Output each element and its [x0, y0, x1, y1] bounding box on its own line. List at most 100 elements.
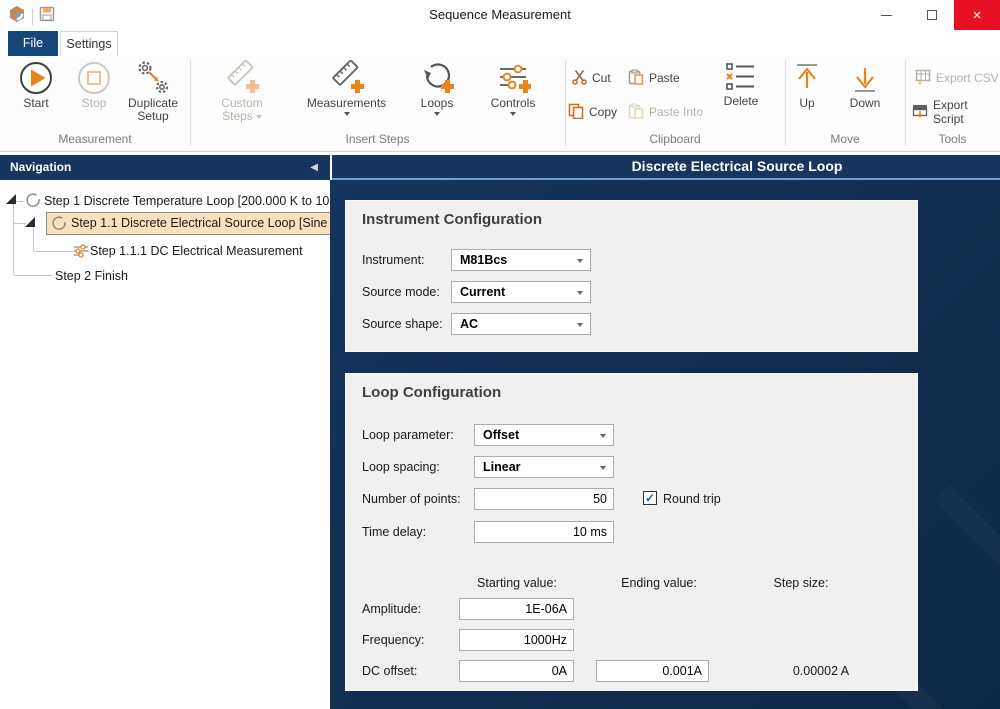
dc-offset-end-input[interactable] [596, 660, 709, 682]
source-mode-value: Current [460, 285, 505, 299]
play-icon [14, 60, 58, 96]
down-button[interactable]: Down [845, 60, 885, 110]
time-delay-label: Time delay: [362, 525, 426, 539]
loop-parameter-value: Offset [483, 428, 519, 442]
down-arrow-icon [845, 60, 885, 96]
duplicate-setup-icon [120, 60, 186, 96]
tree-item-step1[interactable]: Step 1 Discrete Temperature Loop [200.00… [44, 190, 330, 212]
stop-label: Stop [82, 96, 107, 110]
chevron-down-icon [577, 291, 583, 295]
round-trip-checkbox[interactable]: ✓ [643, 491, 657, 505]
copy-icon [568, 103, 584, 122]
dc-offset-label: DC offset: [362, 664, 417, 678]
instrument-value: M81Bcs [460, 253, 507, 267]
loop-spacing-value: Linear [483, 460, 521, 474]
collapse-panel-icon[interactable]: ◀ [310, 155, 318, 180]
tab-file[interactable]: File [8, 31, 58, 56]
cut-icon [572, 69, 587, 88]
content-header: Discrete Electrical Source Loop [332, 155, 1000, 180]
instrument-label: Instrument: [362, 253, 425, 267]
down-label: Down [850, 96, 881, 110]
group-label-tools: Tools [905, 130, 1000, 150]
up-button[interactable]: Up [787, 60, 827, 110]
loop-parameter-label: Loop parameter: [362, 428, 454, 442]
export-csv-button[interactable]: Export CSV [915, 68, 999, 88]
starting-value-header: Starting value: [457, 576, 577, 590]
minimize-button[interactable] [864, 0, 909, 30]
tree-item-step2[interactable]: Step 2 Finish [55, 265, 295, 287]
export-script-button[interactable]: Export Script [912, 102, 1000, 122]
page-title: Discrete Electrical Source Loop [632, 158, 843, 174]
frequency-start-input[interactable] [459, 629, 574, 651]
delete-button[interactable]: Delete [713, 60, 769, 108]
tab-settings[interactable]: Settings [60, 31, 118, 57]
expander-icon[interactable] [25, 217, 35, 227]
source-shape-select[interactable]: AC [451, 313, 591, 335]
stop-button[interactable]: Stop [72, 60, 116, 110]
title-bar: Sequence Measurement × [0, 0, 1000, 30]
number-of-points-input[interactable] [474, 488, 614, 510]
up-arrow-icon [787, 60, 827, 96]
cut-label: Cut [592, 71, 611, 85]
step-size-header: Step size: [721, 576, 881, 590]
ribbon-tab-row: File Settings [0, 30, 1000, 56]
measurements-button[interactable]: Measurements [299, 60, 394, 116]
time-delay-input[interactable] [474, 521, 614, 543]
start-label: Start [23, 96, 48, 110]
chevron-down-icon [577, 259, 583, 263]
controls-label: Controls [491, 96, 536, 110]
custom-steps-icon [207, 60, 277, 96]
controls-button[interactable]: Controls [481, 60, 545, 116]
instrument-select[interactable]: M81Bcs [451, 249, 591, 271]
frequency-label: Frequency: [362, 633, 425, 647]
paste-button[interactable]: Paste [628, 68, 680, 88]
navigation-title: Navigation [10, 160, 71, 174]
loop-parameter-select[interactable]: Offset [474, 424, 614, 446]
loop-spacing-select[interactable]: Linear [474, 456, 614, 478]
tree-line [14, 275, 52, 276]
minimize-icon [881, 15, 892, 16]
dc-offset-start-input[interactable] [459, 660, 574, 682]
loops-button[interactable]: Loops [407, 60, 467, 116]
checkmark-icon: ✓ [645, 491, 655, 505]
export-csv-label: Export CSV [936, 71, 999, 85]
stop-icon [72, 60, 116, 96]
group-label-clipboard: Clipboard [565, 130, 785, 150]
expander-icon[interactable] [6, 194, 16, 204]
group-label-measurement: Measurement [0, 130, 190, 150]
amplitude-label: Amplitude: [362, 602, 421, 616]
amplitude-start-input[interactable] [459, 598, 574, 620]
controls-icon [481, 60, 545, 96]
chevron-down-icon [600, 466, 606, 470]
group-label-insert-steps: Insert Steps [190, 130, 565, 150]
tree-item-step1-1-1[interactable]: Step 1.1.1 DC Electrical Measurement [90, 240, 330, 262]
maximize-button[interactable] [909, 0, 954, 30]
chevron-down-icon [256, 115, 262, 119]
start-button[interactable]: Start [14, 60, 58, 110]
paste-into-icon [628, 103, 644, 122]
close-button[interactable]: × [954, 0, 1000, 30]
source-mode-select[interactable]: Current [451, 281, 591, 303]
dc-offset-step-size: 0.00002 A [741, 664, 901, 678]
loop-icon [52, 216, 68, 235]
close-icon: × [973, 7, 982, 24]
tree-item-label: Step 1.1 Discrete Electrical Source Loop… [71, 213, 330, 234]
chevron-down-icon [510, 112, 516, 116]
duplicate-setup-button[interactable]: Duplicate Setup [120, 60, 186, 123]
ribbon: Start Stop Dupli [0, 56, 1000, 152]
paste-into-button[interactable]: Paste Into [628, 102, 703, 122]
copy-button[interactable]: Copy [568, 102, 617, 122]
loops-label: Loops [421, 96, 454, 110]
navigation-tree: Step 1 Discrete Temperature Loop [200.00… [0, 180, 330, 709]
ending-value-header: Ending value: [599, 576, 719, 590]
custom-steps-button[interactable]: Custom Steps [207, 60, 277, 123]
measurements-label: Measurements [307, 96, 386, 110]
group-label-move: Move [785, 130, 905, 150]
copy-label: Copy [589, 105, 617, 119]
up-label: Up [799, 96, 814, 110]
cut-button[interactable]: Cut [572, 68, 611, 88]
chevron-down-icon [434, 112, 440, 116]
export-csv-icon [915, 69, 931, 88]
tree-item-step1-1-selected[interactable]: Step 1.1 Discrete Electrical Source Loop… [46, 212, 330, 235]
maximize-icon [927, 10, 937, 20]
